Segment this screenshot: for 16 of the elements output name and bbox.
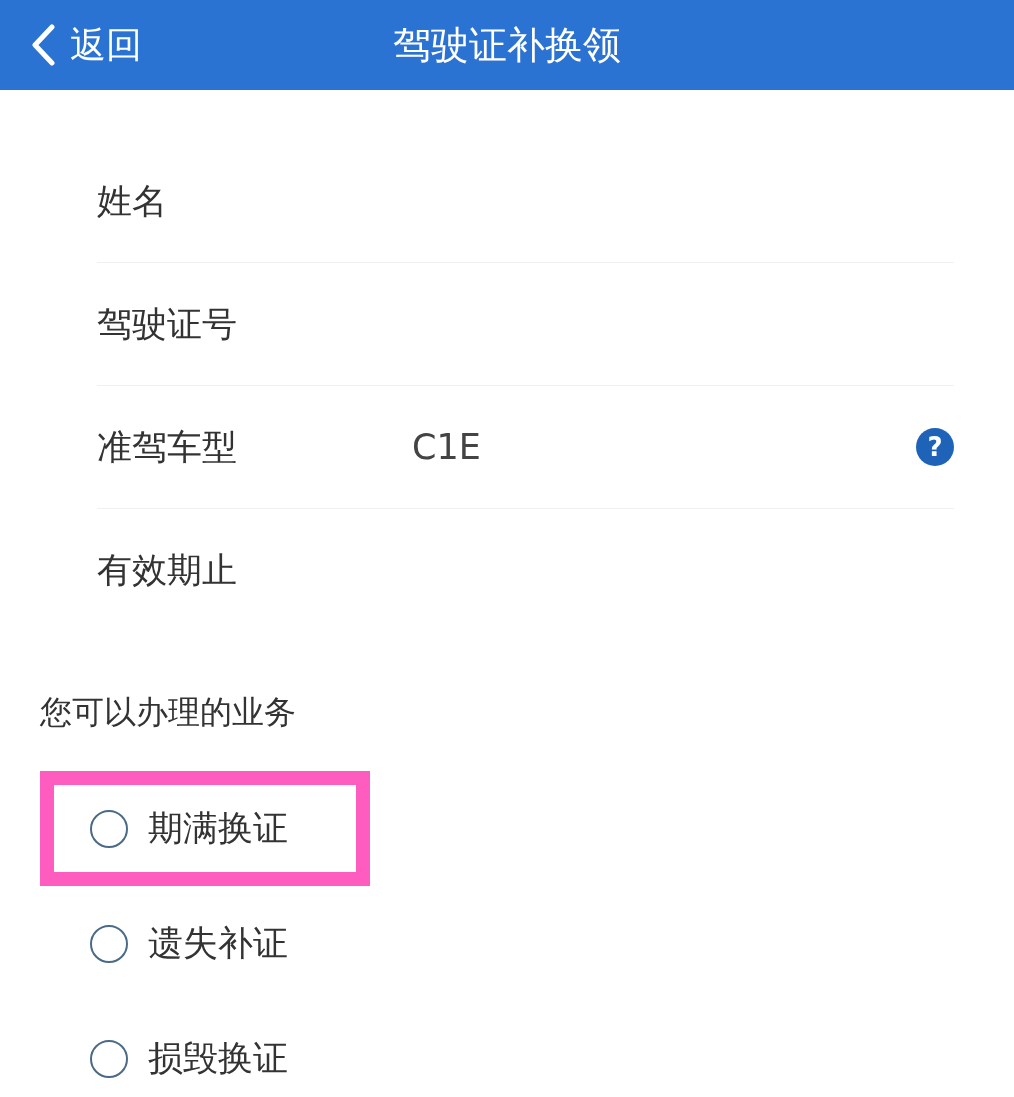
field-label: 准驾车型 <box>97 425 238 469</box>
radio-button[interactable] <box>90 924 128 963</box>
option-label[interactable]: 遗失补证 <box>148 920 288 967</box>
field-value: C1E <box>412 427 482 467</box>
radio-button[interactable] <box>90 1039 128 1078</box>
help-icon[interactable]: ? <box>916 428 954 466</box>
field-label: 有效期止 <box>97 548 238 592</box>
option-label[interactable]: 损毁换证 <box>148 1035 288 1082</box>
section-title: 您可以办理的业务 <box>40 692 296 733</box>
radio-button[interactable] <box>90 809 128 848</box>
back-button[interactable]: 返回 <box>30 0 142 90</box>
field-label: 驾驶证号 <box>97 302 238 346</box>
chevron-left-icon <box>30 24 56 66</box>
option-label[interactable]: 期满换证 <box>148 805 288 852</box>
field-label: 姓名 <box>97 179 168 223</box>
page-title: 驾驶证补换领 <box>393 21 621 69</box>
